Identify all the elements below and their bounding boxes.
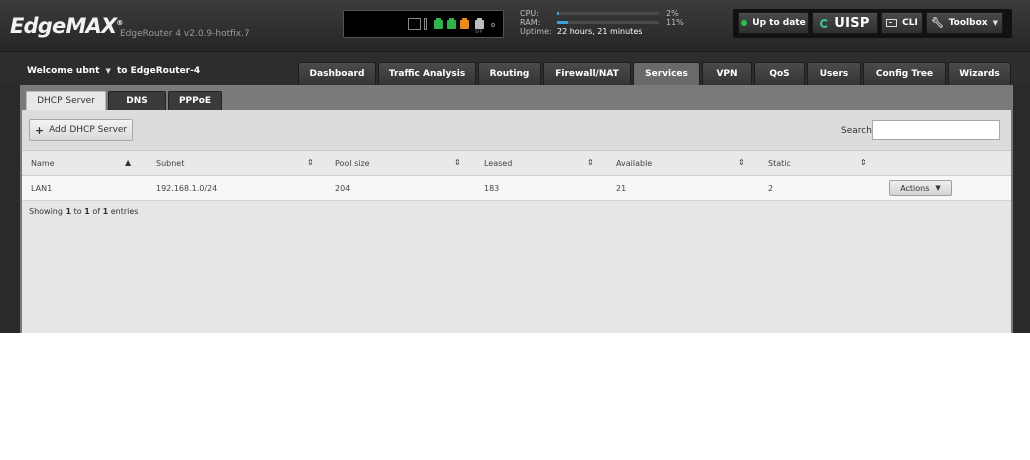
table-row: LAN1 192.168.1.0/24 204 183 21 2 Actions… [22, 176, 1011, 201]
ram-bar-fill [557, 21, 569, 24]
cell-pool-size: 204 [335, 184, 351, 193]
tab-services[interactable]: Services [633, 62, 700, 85]
tab-dashboard[interactable]: Dashboard [298, 62, 376, 85]
subtab-pppoe[interactable]: PPPoE [168, 91, 222, 110]
header-actions: Up to date UISP CLI 🔧︎ Toolbox ▼ [733, 9, 1012, 38]
port-3-icon [460, 18, 469, 29]
column-header-name[interactable]: Name [31, 159, 55, 168]
device-version: EdgeRouter 4 v2.0.9-hotfix.7 [120, 29, 250, 39]
ram-bar [557, 21, 659, 24]
subtab-dhcp-server[interactable]: DHCP Server [26, 91, 106, 110]
search-label: Search [841, 126, 872, 136]
port-4-icon [475, 18, 484, 29]
tab-users[interactable]: Users [807, 62, 861, 85]
edgemax-logo: EdgeMAX® [10, 14, 123, 38]
main-navbar: Welcome ubnt ▼ to EdgeRouter-4 Dashboard … [0, 52, 1030, 85]
system-stats: CPU: 2% RAM: 11% Uptime: 22 hours, 21 mi… [520, 9, 700, 36]
column-header-static[interactable]: Static [768, 159, 791, 168]
port-2-icon [447, 18, 456, 29]
column-header-available[interactable]: Available [616, 159, 652, 168]
sort-icon[interactable]: ⇕ [587, 158, 594, 167]
tab-wizards[interactable]: Wizards [948, 62, 1011, 85]
sfp-slot-icon [424, 18, 427, 30]
uisp-ring-icon [820, 18, 830, 28]
uptime-label: Uptime: [520, 27, 552, 36]
port-status-panel: SFP [343, 10, 504, 38]
actions-button[interactable]: Actions ▼ [889, 180, 952, 196]
search-input[interactable] [872, 120, 1000, 140]
add-dhcp-server-button[interactable]: + Add DHCP Server [29, 119, 133, 141]
status-dot-icon [741, 20, 748, 26]
cpu-value: 2% [666, 9, 679, 18]
cell-static: 2 [768, 184, 774, 193]
table-header: Name ▲ Subnet ⇕ Pool size ⇕ Leased ⇕ Ava… [22, 151, 1011, 176]
port-1-icon [434, 18, 443, 29]
toolbox-button[interactable]: 🔧︎ Toolbox ▼ [926, 12, 1003, 34]
ram-label: RAM: [520, 18, 541, 27]
tab-config-tree[interactable]: Config Tree [863, 62, 946, 85]
table-info: Showing 1 to 1 of 1 entries [29, 207, 139, 216]
wrench-icon: 🔧︎ [931, 17, 944, 29]
tab-qos[interactable]: QoS [754, 62, 805, 85]
app-window: EdgeMAX® EdgeRouter 4 v2.0.9-hotfix.7 SF… [0, 0, 1030, 333]
tab-firewall-nat[interactable]: Firewall/NAT [543, 62, 631, 85]
terminal-icon [886, 19, 898, 27]
user-menu[interactable]: Welcome ubnt ▼ [27, 66, 111, 76]
tab-traffic-analysis[interactable]: Traffic Analysis [378, 62, 476, 85]
cell-name: LAN1 [31, 184, 53, 193]
column-header-leased[interactable]: Leased [484, 159, 512, 168]
plus-icon: + [34, 123, 45, 137]
chevron-down-icon: ▼ [992, 19, 998, 27]
port-led-icon [491, 23, 495, 27]
dhcp-toolbar: + Add DHCP Server Search [22, 110, 1011, 151]
top-header: EdgeMAX® EdgeRouter 4 v2.0.9-hotfix.7 SF… [0, 0, 1030, 52]
chevron-down-icon: ▼ [935, 184, 941, 192]
cell-leased: 183 [484, 184, 500, 193]
device-name: to EdgeRouter-4 [117, 66, 201, 76]
services-panel: DHCP Server DNS PPPoE + Add DHCP Server … [20, 85, 1013, 333]
sfp-label: SFP [475, 29, 483, 34]
sfp-port-icon [408, 18, 421, 30]
subtab-dns[interactable]: DNS [108, 91, 166, 110]
cpu-bar [557, 12, 659, 15]
uptime-value: 22 hours, 21 minutes [557, 27, 643, 36]
cell-available: 21 [616, 184, 627, 193]
column-header-subnet[interactable]: Subnet [156, 159, 184, 168]
sort-icon[interactable]: ⇕ [738, 158, 745, 167]
sort-icon[interactable]: ⇕ [454, 158, 461, 167]
uisp-button[interactable]: UISP [812, 12, 878, 34]
cli-button[interactable]: CLI [881, 12, 923, 34]
sort-icon[interactable]: ⇕ [307, 158, 314, 167]
cpu-bar-fill [557, 12, 560, 15]
dhcp-server-content: + Add DHCP Server Search Name ▲ Subnet ⇕… [22, 110, 1011, 333]
cell-subnet: 192.168.1.0/24 [156, 184, 218, 193]
chevron-down-icon: ▼ [105, 67, 111, 75]
ram-value: 11% [666, 18, 684, 27]
sort-asc-icon[interactable]: ▲ [125, 158, 131, 167]
tab-routing[interactable]: Routing [478, 62, 541, 85]
sort-icon[interactable]: ⇕ [860, 158, 867, 167]
tab-vpn[interactable]: VPN [702, 62, 752, 85]
update-status-button[interactable]: Up to date [738, 12, 809, 34]
cpu-label: CPU: [520, 9, 539, 18]
column-header-pool-size[interactable]: Pool size [335, 159, 370, 168]
